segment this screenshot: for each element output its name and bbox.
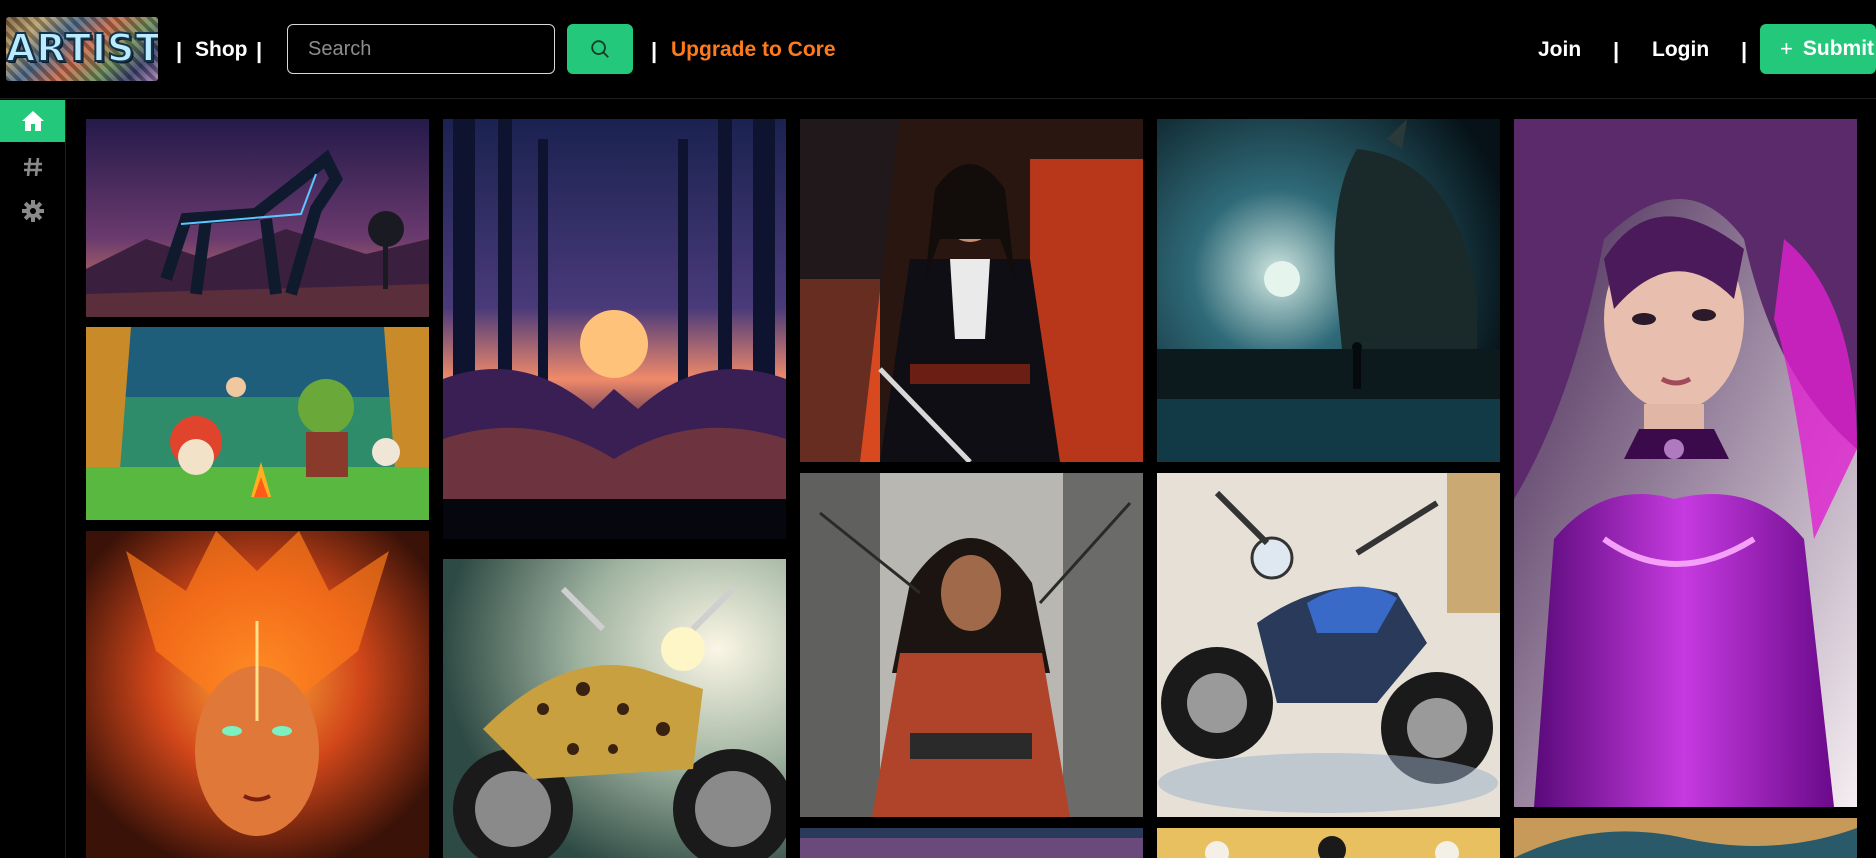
tile-floral-preview[interactable] bbox=[1157, 828, 1500, 858]
tile-purple-forest-sunset[interactable] bbox=[443, 119, 786, 539]
tile-warrior-woman-sketch[interactable] bbox=[800, 473, 1143, 817]
hash-icon bbox=[23, 157, 42, 177]
top-header: ARTIST | Shop | | Upgrade to Core Join |… bbox=[0, 0, 1876, 99]
tile-forest-preview[interactable] bbox=[800, 828, 1143, 858]
search-input[interactable] bbox=[287, 24, 555, 74]
tile-dragon-preview[interactable] bbox=[1514, 818, 1857, 858]
separator: | bbox=[1613, 38, 1620, 63]
tile-fire-woman[interactable] bbox=[86, 531, 429, 858]
separator: | bbox=[651, 38, 658, 63]
tile-blue-motorcycle[interactable] bbox=[1157, 473, 1500, 817]
separator: | bbox=[1741, 38, 1748, 63]
sidebar-item-tags[interactable] bbox=[0, 146, 65, 188]
tile-dark-knight-lake[interactable] bbox=[1157, 119, 1500, 462]
site-logo[interactable]: ARTIST bbox=[6, 17, 158, 81]
tile-leopard-motorcycle[interactable] bbox=[443, 559, 786, 858]
logo-text: ARTIST bbox=[6, 25, 158, 71]
tile-blue-horse[interactable] bbox=[86, 119, 429, 317]
separator: | bbox=[176, 38, 183, 63]
login-link[interactable]: Login bbox=[1652, 38, 1709, 62]
tile-purple-hair-woman[interactable] bbox=[1514, 119, 1857, 807]
submit-label: Submit bbox=[1802, 37, 1875, 60]
gear-icon bbox=[21, 200, 44, 222]
home-icon bbox=[21, 111, 44, 131]
submit-button[interactable]: + Submit bbox=[1760, 24, 1876, 74]
separator: | bbox=[256, 38, 263, 63]
search-button[interactable] bbox=[567, 24, 633, 74]
join-link[interactable]: Join bbox=[1538, 38, 1581, 62]
sidebar-item-settings[interactable] bbox=[0, 190, 65, 232]
sidebar-item-home[interactable] bbox=[0, 100, 65, 142]
tile-gnome-campfire[interactable] bbox=[86, 327, 429, 520]
tile-samurai-woman-red[interactable] bbox=[800, 119, 1143, 462]
shop-link[interactable]: Shop bbox=[195, 38, 248, 62]
upgrade-link[interactable]: Upgrade to Core bbox=[671, 38, 836, 62]
plus-icon: + bbox=[1780, 36, 1793, 61]
search-icon bbox=[591, 40, 609, 58]
left-sidebar bbox=[0, 100, 66, 858]
